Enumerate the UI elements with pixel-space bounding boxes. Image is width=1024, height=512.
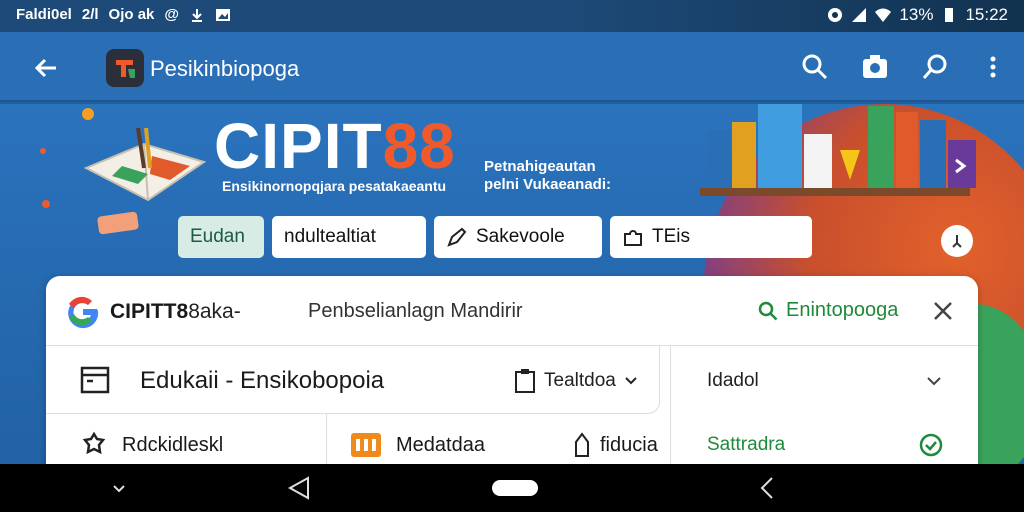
google-logo-icon: [68, 296, 99, 329]
share-button[interactable]: [941, 225, 973, 257]
signal-icon: [852, 8, 867, 22]
chip-sakevoole[interactable]: Sakevoole: [434, 216, 602, 258]
camera-icon[interactable]: [860, 52, 890, 82]
nav-back-icon[interactable]: [286, 474, 314, 502]
card-brand-bold: CIPITT8: [110, 300, 189, 323]
card-header: CIPITT88aka- Penbselianlagn Mandirir Eni…: [46, 276, 978, 346]
card-row-title: Edukaii - Ensikobopoia: [140, 367, 385, 394]
nav-recents-icon[interactable]: [756, 474, 780, 502]
card-brand: CIPITT88aka-: [110, 300, 241, 324]
info-icon: [575, 432, 589, 457]
back-arrow-icon[interactable]: [30, 52, 62, 84]
media-icon: [351, 433, 381, 457]
app-logo: [106, 49, 144, 87]
gear-icon: [82, 431, 106, 455]
status-bar: Faldi0el 2/l Ojo ak @ 13% 15:22: [0, 0, 1024, 32]
wifi-icon: [875, 8, 892, 22]
hero-tagline-line-1: Petnahigeautan: [484, 158, 596, 175]
category-chips: Eudan ndultealtiat Sakevoole TEis: [178, 216, 812, 258]
chip-label: ndultealtiat: [284, 226, 376, 247]
battery-icon: [945, 8, 954, 22]
hero-subtitle: Ensikinornopqjara pesatakaeantu: [222, 178, 447, 194]
card-search-label: Enintopooga: [786, 299, 899, 321]
decor-dot: [82, 108, 94, 120]
hero-title-main: CIPIT: [214, 110, 383, 182]
clipboard-icon: [515, 369, 535, 393]
decor-dot: [40, 148, 46, 154]
pencil-icon: [447, 227, 467, 247]
chip-label: Eudan: [190, 226, 245, 247]
chevron-down-icon: [625, 377, 637, 385]
right-panel-dropdown-label: Idadol: [707, 370, 759, 391]
clock: 15:22: [965, 5, 1008, 24]
chip-ndultealtiat[interactable]: ndultealtiat: [272, 216, 426, 258]
open-book-illustration: [83, 128, 207, 202]
search-icon: [758, 301, 778, 320]
eraser-decoration: [96, 211, 140, 235]
card-row-primary: Edukaii - Ensikobopoia Tealtdoa: [46, 346, 660, 414]
chip-teis[interactable]: TEis: [610, 216, 812, 258]
hero-tagline-line-2: pelni Vukaeanadi:: [484, 176, 611, 193]
close-icon[interactable]: [930, 298, 956, 324]
check-circle-icon: [919, 433, 943, 457]
shield-icon: [828, 8, 843, 22]
app-bar: Pesikinbiopoga: [0, 32, 1024, 102]
card-right-panel: Idadol Sattradra: [670, 346, 978, 476]
share-icon: [952, 235, 962, 248]
chip-label: TEis: [652, 226, 690, 247]
puzzle-icon: [624, 230, 642, 246]
hero-title: CIPIT88: [214, 114, 456, 178]
status-text-2: 2/l: [81, 6, 99, 23]
right-panel-dropdown[interactable]: Idadol: [671, 350, 978, 412]
download-icon: [192, 8, 203, 22]
chip-eudan[interactable]: Eudan: [178, 216, 264, 258]
chevron-down-icon: [927, 377, 941, 386]
hero-title-number: 88: [382, 110, 456, 182]
hero-tagline: Petnahigeautan pelni Vukaeanadi:: [484, 158, 611, 194]
category-dropdown[interactable]: Tealtdoa: [514, 368, 638, 394]
search-alt-icon[interactable]: [920, 52, 950, 82]
more-vert-icon[interactable]: [978, 52, 1008, 82]
option-label: Medatdaa: [396, 433, 485, 456]
card-left-panel: Edukaii - Ensikobopoia Tealtdoa Rdckidle…: [46, 346, 660, 476]
option-label: Rdckidleskl: [122, 433, 224, 456]
card-search-button[interactable]: Enintopooga: [758, 299, 898, 322]
browser-window-icon: [80, 366, 110, 394]
image-icon: [216, 8, 231, 21]
battery-percent: 13%: [899, 5, 934, 24]
status-text-1: Faldi0el: [16, 6, 72, 23]
status-text-3: Ojo ak: [108, 6, 155, 23]
right-panel-status-label: Sattradra: [707, 434, 786, 455]
nav-home-icon[interactable]: [490, 474, 540, 502]
app-title: Pesikinbiopoga: [150, 56, 300, 81]
decor-dot: [42, 200, 50, 208]
card-brand-rest: 8aka-: [188, 300, 241, 323]
category-dropdown-value: Tealtdoa: [544, 370, 616, 391]
nav-hide-keyboard-icon[interactable]: [110, 474, 128, 502]
status-text-4: @: [164, 6, 180, 23]
chip-label: Sakevoole: [476, 226, 565, 247]
card-subtitle: Penbselianlagn Mandirir: [308, 300, 523, 322]
search-card: CIPITT88aka- Penbselianlagn Mandirir Eni…: [46, 276, 978, 476]
option-label: fiducia: [600, 433, 658, 456]
system-nav-bar: [0, 464, 1024, 512]
bookshelf-illustration: [700, 104, 976, 196]
search-icon[interactable]: [800, 52, 830, 82]
